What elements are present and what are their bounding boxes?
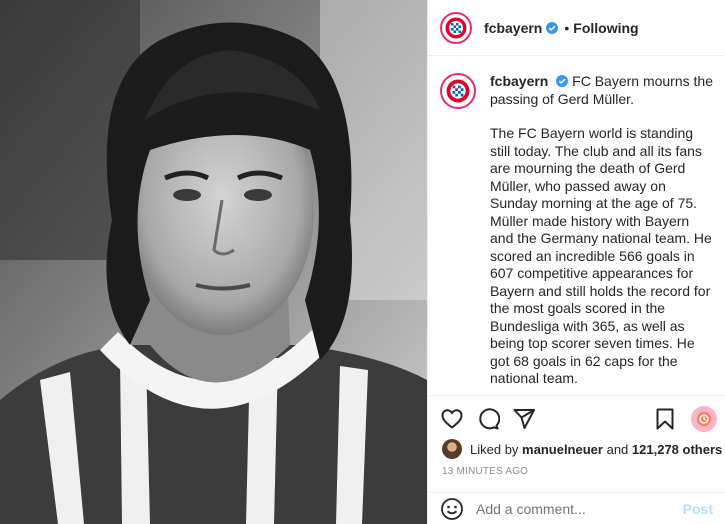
- comments-scroll-area[interactable]: fcbayern FC Bayern mourns the passing of…: [428, 57, 725, 395]
- likes-prefix: Liked by: [470, 441, 519, 457]
- liker-username[interactable]: manuelneuer: [522, 442, 603, 457]
- caption-text: The FC Bayern world is standing still to…: [490, 125, 712, 386]
- club-crest-icon: [446, 79, 470, 103]
- profile-avatar[interactable]: [440, 11, 472, 44]
- post-comment-button[interactable]: Post: [683, 501, 713, 517]
- verified-badge-icon: [556, 75, 569, 87]
- comment-input[interactable]: [476, 500, 683, 517]
- caption-username[interactable]: fcbayern: [490, 73, 548, 89]
- liker-avatar[interactable]: [442, 439, 462, 459]
- post-viewer: fcbayern • Following fcbayern FC Bayern …: [0, 0, 725, 524]
- likes-count[interactable]: 121,278 others: [632, 442, 722, 457]
- follow-status-button[interactable]: Following: [573, 20, 638, 36]
- heart-icon: [441, 408, 463, 429]
- shop-icon: [697, 411, 711, 426]
- likes-conjunction: and: [606, 441, 629, 457]
- share-button[interactable]: [508, 403, 540, 435]
- caption-avatar[interactable]: [440, 73, 476, 109]
- player-portrait-image: [0, 0, 427, 524]
- post-header: fcbayern • Following: [428, 0, 725, 56]
- shop-button[interactable]: [691, 405, 717, 432]
- share-icon: [513, 408, 535, 429]
- bookmark-icon: [656, 408, 674, 429]
- header-separator: •: [564, 19, 570, 36]
- comment-icon: [479, 407, 500, 429]
- header-username[interactable]: fcbayern: [484, 20, 542, 36]
- comment-composer: Post: [428, 492, 725, 524]
- post-side-panel: fcbayern • Following fcbayern FC Bayern …: [427, 0, 725, 524]
- caption: fcbayern FC Bayern mourns the passing of…: [440, 73, 713, 395]
- likes-summary: Liked by manuelneuer and 121,278 others: [442, 439, 722, 459]
- like-button[interactable]: [436, 403, 468, 435]
- caption-body: fcbayern FC Bayern mourns the passing of…: [490, 73, 713, 395]
- save-button[interactable]: [649, 403, 681, 435]
- verified-badge-icon: [546, 21, 559, 34]
- post-timestamp[interactable]: 13 MINUTES AGO: [442, 466, 528, 477]
- emoji-icon[interactable]: [440, 497, 464, 521]
- post-photo[interactable]: [0, 0, 427, 524]
- action-bar: [428, 395, 725, 441]
- club-crest-icon: [445, 17, 467, 38]
- comment-button[interactable]: [472, 403, 504, 435]
